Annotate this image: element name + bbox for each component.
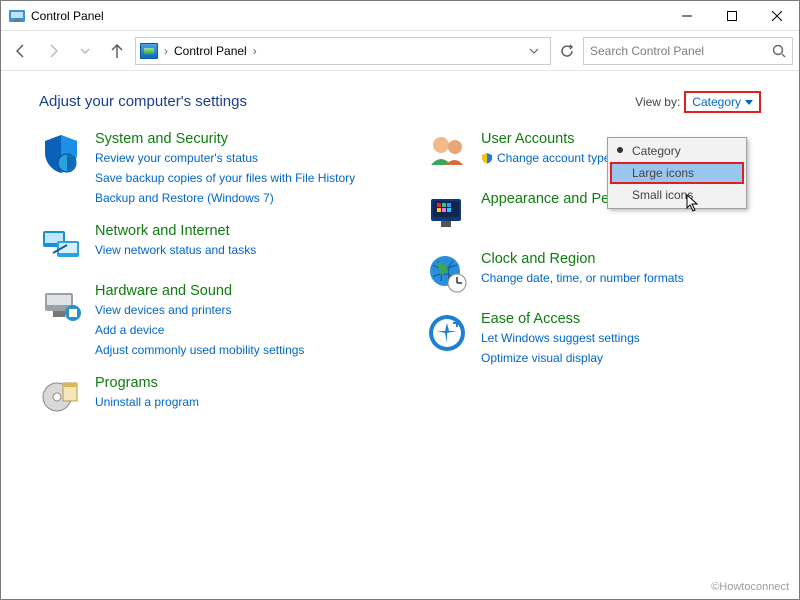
minimize-button[interactable] <box>664 1 709 30</box>
page-heading: Adjust your computer's settings <box>39 93 247 110</box>
category-link[interactable]: Optimize visual display <box>481 349 640 367</box>
programs-icon <box>39 375 83 419</box>
chevron-right-icon: › <box>164 44 168 58</box>
recent-locations-dropdown[interactable] <box>71 37 99 65</box>
category-link[interactable]: View devices and printers <box>95 301 304 319</box>
close-button[interactable] <box>754 1 799 30</box>
uac-shield-icon <box>481 152 493 164</box>
globe-clock-icon <box>425 251 469 295</box>
address-bar[interactable]: › Control Panel › <box>135 37 551 65</box>
category-network-internet: Network and Internet View network status… <box>39 223 375 267</box>
category-title[interactable]: User Accounts <box>481 131 610 147</box>
breadcrumb-item[interactable]: Control Panel <box>174 44 247 58</box>
category-title[interactable]: Ease of Access <box>481 311 640 327</box>
chevron-down-icon <box>745 100 753 105</box>
category-programs: Programs Uninstall a program <box>39 375 375 419</box>
control-panel-path-icon <box>140 43 158 59</box>
content-area: Adjust your computer's settings View by:… <box>1 71 799 599</box>
titlebar: Control Panel <box>1 1 799 31</box>
cursor-icon <box>686 194 700 212</box>
search-input[interactable]: Search Control Panel <box>583 37 793 65</box>
ease-of-access-icon <box>425 311 469 355</box>
category-title[interactable]: System and Security <box>95 131 355 147</box>
category-link[interactable]: Save backup copies of your files with Fi… <box>95 169 355 187</box>
category-title[interactable]: Programs <box>95 375 199 391</box>
category-system-security: System and Security Review your computer… <box>39 131 375 207</box>
refresh-button[interactable] <box>555 37 579 65</box>
users-icon <box>425 131 469 175</box>
view-by-control: View by: Category Category Large icons <box>635 91 761 113</box>
view-option-large-icons[interactable]: Large icons <box>610 162 744 184</box>
category-title[interactable]: Hardware and Sound <box>95 283 304 299</box>
category-title[interactable]: Clock and Region <box>481 251 684 267</box>
category-ease-of-access: Ease of Access Let Windows suggest setti… <box>425 311 761 367</box>
view-by-dropdown[interactable]: Category <box>684 91 761 113</box>
view-by-current: Category <box>692 95 741 109</box>
search-placeholder: Search Control Panel <box>590 44 772 58</box>
control-panel-icon <box>9 8 25 24</box>
category-link[interactable]: Uninstall a program <box>95 393 199 411</box>
view-option-label: Small icons <box>632 188 693 202</box>
category-hardware-sound: Hardware and Sound View devices and prin… <box>39 283 375 359</box>
up-button[interactable] <box>103 37 131 65</box>
search-icon <box>772 44 786 58</box>
category-link-label: Change account type <box>497 149 610 167</box>
appearance-icon <box>425 191 469 235</box>
category-link[interactable]: Review your computer's status <box>95 149 355 167</box>
hardware-icon <box>39 283 83 327</box>
control-panel-window: Control Panel › Control Panel › Search C… <box>0 0 800 600</box>
category-link[interactable]: Change date, time, or number formats <box>481 269 684 287</box>
watermark-text: ©Howtoconnect <box>711 581 789 593</box>
view-by-menu: Category Large icons Small icons <box>607 137 747 209</box>
back-button[interactable] <box>7 37 35 65</box>
view-option-label: Large icons <box>632 166 694 180</box>
view-option-category[interactable]: Category <box>610 140 744 162</box>
navigation-toolbar: › Control Panel › Search Control Panel <box>1 31 799 71</box>
category-link[interactable]: Change account type <box>481 149 610 167</box>
view-option-small-icons[interactable]: Small icons <box>610 184 744 206</box>
view-option-label: Category <box>632 144 681 158</box>
shield-icon <box>39 131 83 175</box>
window-title: Control Panel <box>31 9 664 23</box>
view-by-label: View by: <box>635 95 680 109</box>
category-link[interactable]: View network status and tasks <box>95 241 256 259</box>
selected-bullet-icon <box>617 147 623 153</box>
network-icon <box>39 223 83 267</box>
address-history-dropdown[interactable] <box>522 46 546 56</box>
forward-button[interactable] <box>39 37 67 65</box>
category-column-left: System and Security Review your computer… <box>39 131 375 419</box>
category-link[interactable]: Backup and Restore (Windows 7) <box>95 189 355 207</box>
category-title[interactable]: Network and Internet <box>95 223 256 239</box>
category-link[interactable]: Let Windows suggest settings <box>481 329 640 347</box>
maximize-button[interactable] <box>709 1 754 30</box>
category-link[interactable]: Add a device <box>95 321 304 339</box>
chevron-right-icon: › <box>253 44 257 58</box>
category-link[interactable]: Adjust commonly used mobility settings <box>95 341 304 359</box>
category-clock-region: Clock and Region Change date, time, or n… <box>425 251 761 295</box>
